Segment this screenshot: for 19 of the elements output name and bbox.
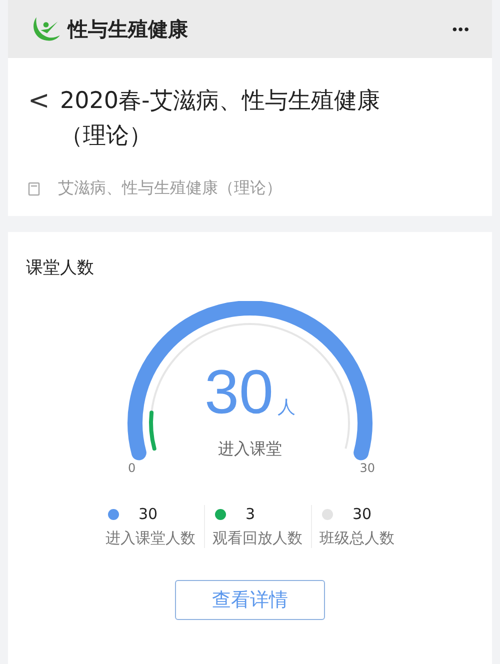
gauge-label: 进入课堂 <box>218 439 282 460</box>
gauge-min: 0 <box>128 461 136 475</box>
replay-arc <box>149 410 156 451</box>
legend-value: 30 <box>138 505 158 523</box>
gauge-unit: 人 <box>277 396 296 419</box>
gauge-max: 30 <box>360 461 375 475</box>
course-name: 艾滋病、性与生殖健康（理论） <box>58 178 282 199</box>
legend-label: 进入课堂人数 <box>106 529 196 548</box>
back-button[interactable]: < <box>28 84 60 118</box>
section-title: 课堂人数 <box>26 257 95 279</box>
legend-label: 观看回放人数 <box>212 529 302 548</box>
gauge-value: 30 <box>204 361 274 425</box>
legend-label: 班级总人数 <box>320 529 394 548</box>
book-icon <box>28 182 40 196</box>
legend-value: 3 <box>246 505 256 523</box>
legend-value: 30 <box>352 505 372 523</box>
app-title: 性与生殖健康 <box>68 16 189 42</box>
page-title: 2020春-艾滋病、性与生殖健康（理论） <box>60 87 381 151</box>
menu-button[interactable]: ••• <box>452 21 470 37</box>
